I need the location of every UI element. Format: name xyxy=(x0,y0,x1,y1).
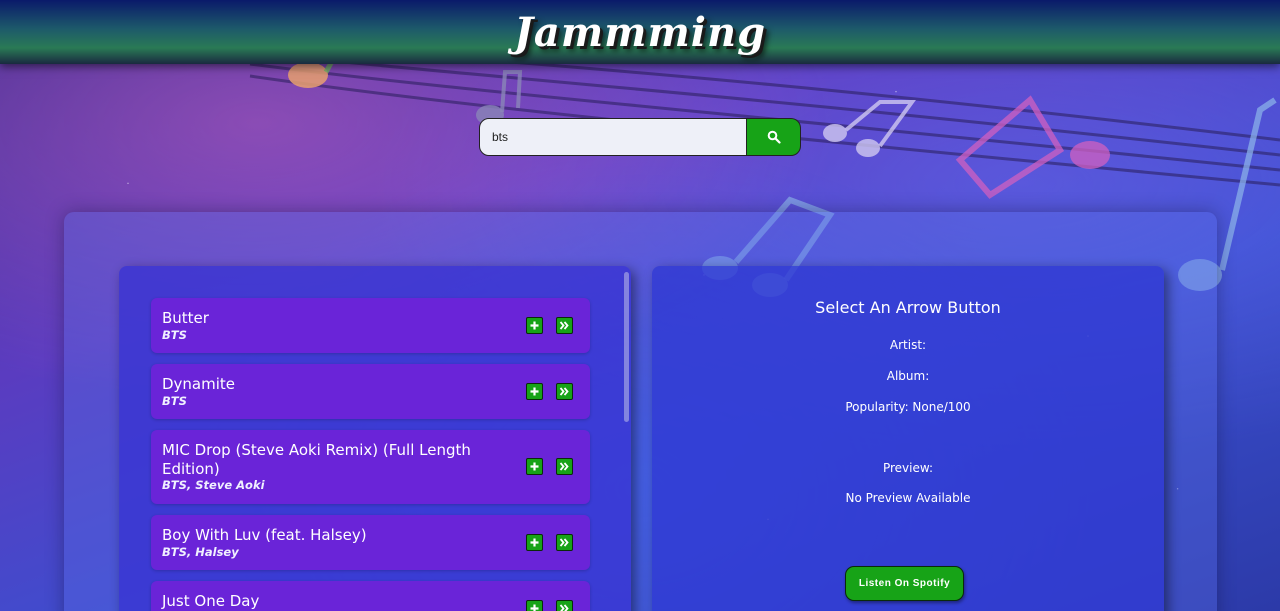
select-track-button[interactable] xyxy=(556,383,573,400)
select-track-button[interactable] xyxy=(556,317,573,334)
track-item: Just One Day xyxy=(151,581,590,611)
track-name: Just One Day xyxy=(162,592,260,610)
track-artist: BTS, Steve Aoki xyxy=(162,478,265,492)
plus-icon xyxy=(530,604,539,611)
select-track-button[interactable] xyxy=(556,458,573,475)
track-artist: BTS, Halsey xyxy=(162,545,239,559)
track-artist: BTS xyxy=(162,394,187,408)
preview-value: No Preview Available xyxy=(845,491,971,505)
plus-icon xyxy=(530,321,539,330)
track-item: Butter BTS xyxy=(151,298,590,353)
plus-icon xyxy=(530,538,539,547)
track-name: Butter xyxy=(162,309,209,327)
search-bar xyxy=(479,118,803,158)
track-name: MIC Drop (Steve Aoki Remix) (Full Length… xyxy=(162,441,471,478)
app-logo: Jammming xyxy=(513,8,767,56)
double-chevron-right-icon xyxy=(559,462,569,471)
album-label: Album: xyxy=(886,369,930,383)
add-track-button[interactable] xyxy=(526,600,543,611)
listen-on-spotify-button[interactable]: Listen On Spotify xyxy=(845,566,964,601)
add-track-button[interactable] xyxy=(526,317,543,334)
add-track-button[interactable] xyxy=(526,383,543,400)
search-icon xyxy=(767,130,781,144)
search-button[interactable] xyxy=(747,118,801,156)
app-header: Jammming xyxy=(0,0,1280,64)
track-name: Boy With Luv (feat. Halsey) xyxy=(162,526,367,544)
details-heading: Select An Arrow Button xyxy=(815,298,1001,317)
track-item: Dynamite BTS xyxy=(151,364,590,419)
track-details-panel: Select An Arrow Button Artist: Album: Po… xyxy=(652,266,1164,611)
track-name: Dynamite xyxy=(162,375,236,393)
artist-label: Artist: xyxy=(889,338,927,352)
popularity-label: Popularity: None/100 xyxy=(845,400,971,414)
track-artist: BTS xyxy=(162,328,187,342)
search-input[interactable] xyxy=(479,118,747,156)
track-item: Boy With Luv (feat. Halsey) BTS, Halsey xyxy=(151,515,590,570)
track-item: MIC Drop (Steve Aoki Remix) (Full Length… xyxy=(151,430,590,504)
preview-label: Preview: xyxy=(882,461,934,475)
select-track-button[interactable] xyxy=(556,600,573,611)
results-scrollbar[interactable] xyxy=(624,272,629,422)
double-chevron-right-icon xyxy=(559,604,569,611)
search-results-panel: Butter BTS Dynamite BTS MIC Drop (Steve … xyxy=(119,266,631,611)
add-track-button[interactable] xyxy=(526,534,543,551)
double-chevron-right-icon xyxy=(559,538,569,547)
plus-icon xyxy=(530,462,539,471)
double-chevron-right-icon xyxy=(559,321,569,330)
double-chevron-right-icon xyxy=(559,387,569,396)
select-track-button[interactable] xyxy=(556,534,573,551)
plus-icon xyxy=(530,387,539,396)
add-track-button[interactable] xyxy=(526,458,543,475)
